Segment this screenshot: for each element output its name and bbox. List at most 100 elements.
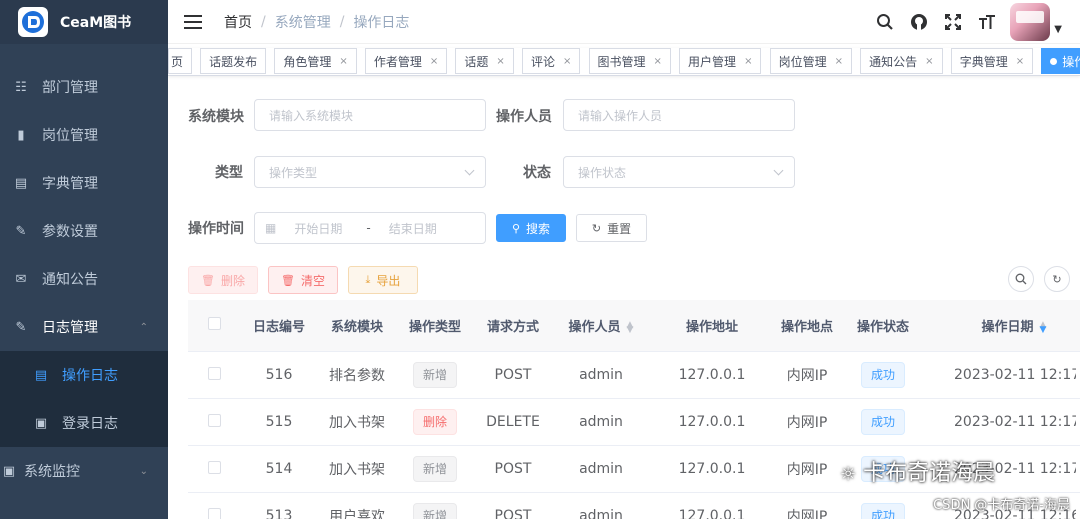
github-icon[interactable]: [908, 11, 930, 33]
tag-item[interactable]: 话题 ×: [455, 48, 514, 74]
sidebar-item-label: 部门管理: [42, 80, 98, 96]
row-checkbox[interactable]: [207, 507, 221, 519]
tag-item-active[interactable]: 操作日志×: [1041, 48, 1080, 74]
fullscreen-icon[interactable]: [942, 11, 964, 33]
close-icon[interactable]: ×: [654, 56, 662, 67]
col-header-sortable[interactable]: 操作人员 ▲ ▼: [552, 316, 650, 335]
row-checkbox[interactable]: [207, 413, 221, 427]
tag-item[interactable]: 字典管理 ×: [950, 48, 1034, 74]
sidebar-item-notice[interactable]: ✉ 通知公告: [0, 255, 168, 303]
font-size-icon[interactable]: [976, 11, 998, 33]
breadcrumb-current: 操作日志: [353, 14, 410, 31]
refresh-button[interactable]: ↻: [1044, 266, 1070, 292]
sidebar-item-label: 参数设置: [42, 224, 98, 240]
form-icon: ▤: [34, 367, 48, 383]
sort-icon[interactable]: ▲ ▼: [1040, 320, 1047, 334]
watermark: ☼ 卡布奇诺海晨: [840, 455, 995, 487]
sidebar-item-monitor[interactable]: ▣ 系统监控 ⌄: [0, 447, 168, 495]
csdn-watermark: CSDN @卡布奇诺-海晨: [933, 498, 1070, 513]
search-icon[interactable]: [874, 11, 896, 33]
tag-label: 作者管理: [373, 54, 422, 69]
caret-down-icon[interactable]: ▼: [1054, 24, 1062, 35]
cell-id: 516: [265, 367, 293, 383]
cell-id: 514: [265, 461, 293, 477]
cell-status: 成功: [840, 503, 926, 519]
range-separator: -: [366, 221, 371, 235]
sidebar-item-post[interactable]: ▮ 岗位管理: [0, 111, 168, 159]
reset-button[interactable]: ↻ 重置: [576, 214, 647, 242]
breadcrumb-separator: /: [339, 13, 345, 30]
cell-operator: admin: [579, 367, 623, 383]
col-header: 系统模块: [330, 320, 383, 335]
chevron-up-icon: ⌃: [139, 321, 148, 333]
clear-button[interactable]: 🗑 清空: [268, 266, 338, 294]
close-icon[interactable]: ×: [430, 56, 438, 67]
delete-button[interactable]: 🗑 删除: [188, 266, 258, 294]
operator-placeholder: 请输入操作人员: [578, 108, 663, 123]
sidebar-item-operlog[interactable]: ▤ 操作日志: [0, 351, 168, 399]
sidebar-item-label: 系统监控: [24, 464, 80, 480]
tag-item[interactable]: 作者管理 ×: [364, 48, 448, 74]
tag-label: 字典管理: [959, 54, 1008, 69]
toggle-search-button[interactable]: [1008, 266, 1034, 292]
operator-input[interactable]: 请输入操作人员: [563, 99, 795, 131]
search-button[interactable]: ⚲ 搜索: [496, 214, 566, 242]
breadcrumb-separator: /: [261, 13, 266, 30]
row-select-cell: [188, 507, 240, 519]
status-placeholder: 操作状态: [578, 165, 627, 180]
col-header: 日志编号: [252, 320, 305, 335]
close-icon[interactable]: ×: [744, 56, 752, 67]
type-select[interactable]: 操作类型: [254, 156, 486, 188]
table-row[interactable]: 515 加入书架 删除 DELETE admin 127.0.0.1 内网IP …: [188, 399, 1080, 446]
close-icon[interactable]: ×: [339, 56, 347, 67]
tag-item[interactable]: 评论 ×: [521, 48, 581, 74]
breadcrumb-home[interactable]: 首页: [224, 12, 252, 32]
table-row[interactable]: 516 排名参数 新增 POST admin 127.0.0.1 内网IP 成功…: [188, 352, 1080, 399]
date-range-picker[interactable]: ▦ 开始日期 - 结束日期: [254, 212, 486, 244]
cell-method: DELETE: [486, 414, 540, 430]
close-icon[interactable]: ×: [925, 56, 933, 67]
tag-item[interactable]: 角色管理 ×: [274, 48, 357, 74]
wechat-icon: ☼: [840, 464, 857, 485]
trash-icon: 🗑: [201, 273, 215, 287]
app-name: CeaM图书: [60, 15, 132, 31]
sidebar-item-dict[interactable]: ▤ 字典管理: [0, 159, 168, 207]
hamburger-icon[interactable]: [184, 14, 202, 29]
sidebar-item-logininfor[interactable]: ▣ 登录日志: [0, 399, 168, 447]
col-header-sortable[interactable]: 操作日期 ▲ ▼: [926, 316, 1076, 335]
module-input[interactable]: 请输入系统模块: [254, 99, 486, 131]
start-date-placeholder: 开始日期: [294, 221, 343, 236]
tag-item[interactable]: 话题发布: [200, 48, 267, 74]
close-icon[interactable]: ×: [1016, 56, 1024, 67]
sidebar-item-dept[interactable]: ☷ 部门管理: [0, 63, 168, 111]
close-icon[interactable]: ×: [496, 56, 504, 67]
logo-icon: [18, 7, 48, 37]
cell-ip: 127.0.0.1: [678, 367, 746, 383]
cell-operator: admin: [579, 508, 623, 519]
search-button-label: 搜索: [526, 221, 551, 236]
row-checkbox[interactable]: [207, 366, 221, 380]
sort-icon[interactable]: ▲ ▼: [627, 320, 634, 334]
tag-item[interactable]: 岗位管理 ×: [769, 48, 852, 74]
tag-item[interactable]: 用户管理 ×: [679, 48, 762, 74]
tag-cut[interactable]: 页: [168, 48, 193, 74]
row-checkbox[interactable]: [207, 460, 221, 474]
export-button[interactable]: ⤓ 导出: [348, 266, 418, 294]
sidebar-item-config[interactable]: ✎ 参数设置: [0, 207, 168, 255]
avatar[interactable]: [1010, 3, 1051, 41]
sidebar-item-label: 通知公告: [42, 272, 98, 288]
sidebar-item-log[interactable]: ✎ 日志管理 ⌃: [0, 303, 168, 351]
close-icon[interactable]: ×: [835, 56, 843, 67]
tag-label: 角色管理: [283, 54, 332, 69]
tag-item[interactable]: 图书管理 ×: [588, 48, 671, 74]
cell-ip: 127.0.0.1: [678, 414, 746, 430]
tag-item[interactable]: 通知公告 ×: [860, 48, 943, 74]
status-select[interactable]: 操作状态: [563, 156, 795, 188]
tag-label: 图书管理: [597, 54, 646, 69]
row-select-cell: [188, 413, 240, 431]
close-icon[interactable]: ×: [563, 56, 571, 67]
cell-date: 2023-02-11 12:17:4: [954, 367, 1076, 383]
post-icon: ▮: [17, 127, 25, 143]
app-logo[interactable]: CeaM图书: [0, 0, 168, 44]
select-all-checkbox[interactable]: [207, 317, 221, 330]
